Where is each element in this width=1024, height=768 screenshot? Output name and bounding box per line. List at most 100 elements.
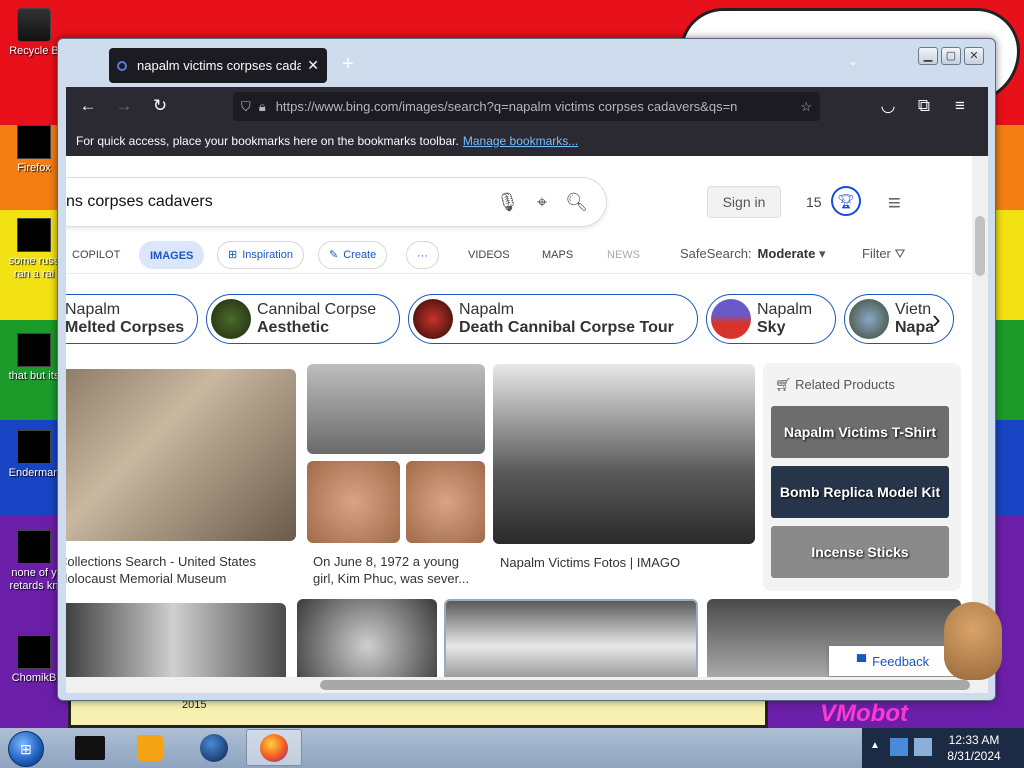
- related-chip[interactable]: Napalm Melted Corpses: [66, 294, 198, 344]
- scrollbar-thumb[interactable]: [320, 680, 970, 690]
- result-caption[interactable]: On June 8, 1972 a young girl, Kim Phuc, …: [313, 553, 483, 587]
- inspiration-icon: ⊞: [228, 249, 238, 261]
- filter-label: Filter: [862, 246, 891, 261]
- reload-icon[interactable]: ↻: [146, 92, 174, 120]
- result-caption[interactable]: Napalm Victims Fotos | IMAGO: [500, 554, 750, 571]
- feedback-label: Feedback: [872, 653, 930, 669]
- new-tab-button[interactable]: +: [342, 53, 354, 76]
- search-icon: [117, 60, 127, 71]
- maximize-button[interactable]: ▢: [941, 47, 961, 65]
- file-icon: [17, 530, 51, 564]
- create-icon: ✎: [329, 249, 339, 261]
- url-text[interactable]: https://www.bing.com/images/search?q=nap…: [276, 99, 801, 114]
- file-icon: [17, 333, 51, 367]
- extensions-icon[interactable]: ⧉: [910, 92, 938, 120]
- pocket-icon[interactable]: ◡: [874, 92, 902, 120]
- taskbar-app-firefox[interactable]: [246, 729, 302, 766]
- result-caption[interactable]: Collections Search - United States Holoc…: [66, 553, 294, 587]
- safesearch-value: Moderate: [757, 246, 816, 261]
- bookmarks-hint: For quick access, place your bookmarks h…: [76, 133, 459, 148]
- url-bar[interactable]: ⛉ 🔒︎ https://www.bing.com/images/search?…: [233, 92, 820, 121]
- result-image[interactable]: [406, 461, 485, 543]
- tray-app-icon[interactable]: [890, 738, 908, 756]
- chip-thumbnail: [413, 299, 453, 339]
- rewards-trophy-icon[interactable]: 🏆︎: [831, 186, 861, 216]
- chevron-down-icon: ▾: [818, 246, 826, 261]
- related-chip[interactable]: Cannibal Corpse Aesthetic: [206, 294, 400, 344]
- chip-thumbnail: [849, 299, 889, 339]
- scope-images[interactable]: IMAGES: [139, 241, 205, 269]
- scope-more[interactable]: ···: [406, 241, 439, 269]
- taskbar-app-globe[interactable]: [186, 729, 242, 766]
- product-card[interactable]: Napalm Victims T-Shirt: [771, 406, 949, 458]
- safesearch-label: SafeSearch:: [680, 246, 752, 261]
- bookmark-star-icon[interactable]: ☆: [800, 99, 812, 115]
- scope-create[interactable]: ✎ Create: [318, 241, 388, 269]
- browser-window: napalm victims corpses cadavers ✕ + ⌄ ▁ …: [57, 38, 996, 701]
- taskbar-app-media[interactable]: [122, 729, 178, 766]
- related-products-title: Related Products: [795, 377, 895, 392]
- product-card[interactable]: Bomb Replica Model Kit: [771, 466, 949, 518]
- chip-line2: Aesthetic: [257, 319, 330, 336]
- forward-icon[interactable]: →: [110, 92, 138, 120]
- scrollbar-thumb[interactable]: [975, 216, 985, 276]
- search-query[interactable]: ns corpses cadavers: [66, 193, 496, 211]
- related-chip[interactable]: Napalm Death Cannibal Corpse Tour: [408, 294, 698, 344]
- microphone-icon[interactable]: 🎙︎: [496, 192, 519, 213]
- close-window-button[interactable]: ✕: [964, 47, 984, 65]
- result-image[interactable]: [307, 364, 485, 454]
- shield-icon[interactable]: ⛉: [241, 99, 251, 115]
- horizontal-scrollbar[interactable]: [66, 677, 972, 693]
- chip-line1: Napalm: [66, 301, 121, 318]
- hamburger-menu-icon[interactable]: ≡: [888, 190, 901, 216]
- tray-expand-icon[interactable]: ▲: [870, 740, 880, 751]
- chip-line2: Melted Corpses: [66, 319, 185, 336]
- related-chip[interactable]: Napalm Sky: [706, 294, 836, 344]
- scope-copilot[interactable]: COPILOT: [72, 241, 120, 269]
- close-tab-icon[interactable]: ✕: [307, 57, 319, 74]
- result-image[interactable]: [493, 364, 755, 544]
- nav-toolbar: ← → ↻ ⛉ 🔒︎ https://www.bing.com/images/s…: [66, 87, 988, 125]
- scope-videos[interactable]: VIDEOS: [468, 241, 510, 269]
- lock-icon[interactable]: 🔒︎: [259, 99, 266, 115]
- cart-icon: 🛒︎: [775, 377, 796, 392]
- taskbar-app-terminal[interactable]: [62, 729, 118, 766]
- search-box[interactable]: ns corpses cadavers 🎙︎ ⌖ 🔍︎: [66, 178, 606, 226]
- filter-icon: ⛛: [894, 246, 906, 261]
- page-content: ns corpses cadavers 🎙︎ ⌖ 🔍︎ Sign in 15 🏆…: [66, 156, 972, 693]
- minimize-button[interactable]: ▁: [918, 47, 938, 65]
- filter-button[interactable]: Filter ⛛: [862, 246, 905, 262]
- product-card[interactable]: Incense Sticks: [771, 526, 949, 578]
- terminal-icon: [75, 735, 105, 760]
- chip-line2: Napa: [895, 319, 935, 336]
- network-icon[interactable]: [914, 738, 932, 756]
- manage-bookmarks-link[interactable]: Manage bookmarks...: [463, 134, 578, 148]
- clock[interactable]: 12:33 AM 8/31/2024: [938, 732, 1010, 764]
- recycle-bin-icon: [17, 8, 51, 42]
- search-icon[interactable]: 🔍︎: [565, 192, 588, 213]
- feedback-button[interactable]: ▀ Feedback: [829, 646, 957, 676]
- firefox-icon: [17, 125, 51, 159]
- back-icon[interactable]: ←: [74, 92, 102, 120]
- hamster-sticker: [944, 602, 1002, 680]
- taskbar: ⊞ ▲ 12:33 AM 8/31/2024: [0, 728, 1024, 768]
- rewards-count[interactable]: 15: [806, 194, 822, 210]
- scope-inspiration[interactable]: ⊞ Inspiration: [217, 241, 304, 269]
- start-button[interactable]: ⊞: [8, 731, 44, 767]
- result-image[interactable]: [66, 369, 296, 541]
- scope-news[interactable]: NEWS: [607, 241, 640, 269]
- chevron-right-icon[interactable]: ›: [932, 304, 941, 335]
- firefox-icon: [260, 733, 288, 762]
- clock-date: 8/31/2024: [947, 749, 1001, 763]
- safesearch-dropdown[interactable]: SafeSearch: Moderate ▾: [680, 246, 826, 262]
- browser-tab[interactable]: napalm victims corpses cadavers ✕: [109, 48, 327, 83]
- bookmarks-toolbar: For quick access, place your bookmarks h…: [66, 125, 988, 156]
- list-tabs-icon[interactable]: ⌄: [848, 54, 858, 68]
- sign-in-button[interactable]: Sign in: [707, 186, 781, 218]
- result-image[interactable]: [307, 461, 400, 543]
- menu-icon[interactable]: ≡: [946, 92, 974, 120]
- visual-search-icon[interactable]: ⌖: [537, 192, 547, 213]
- related-products-header: 🛒︎ Related Products: [775, 377, 895, 393]
- scope-maps[interactable]: MAPS: [542, 241, 573, 269]
- chip-thumbnail: [211, 299, 251, 339]
